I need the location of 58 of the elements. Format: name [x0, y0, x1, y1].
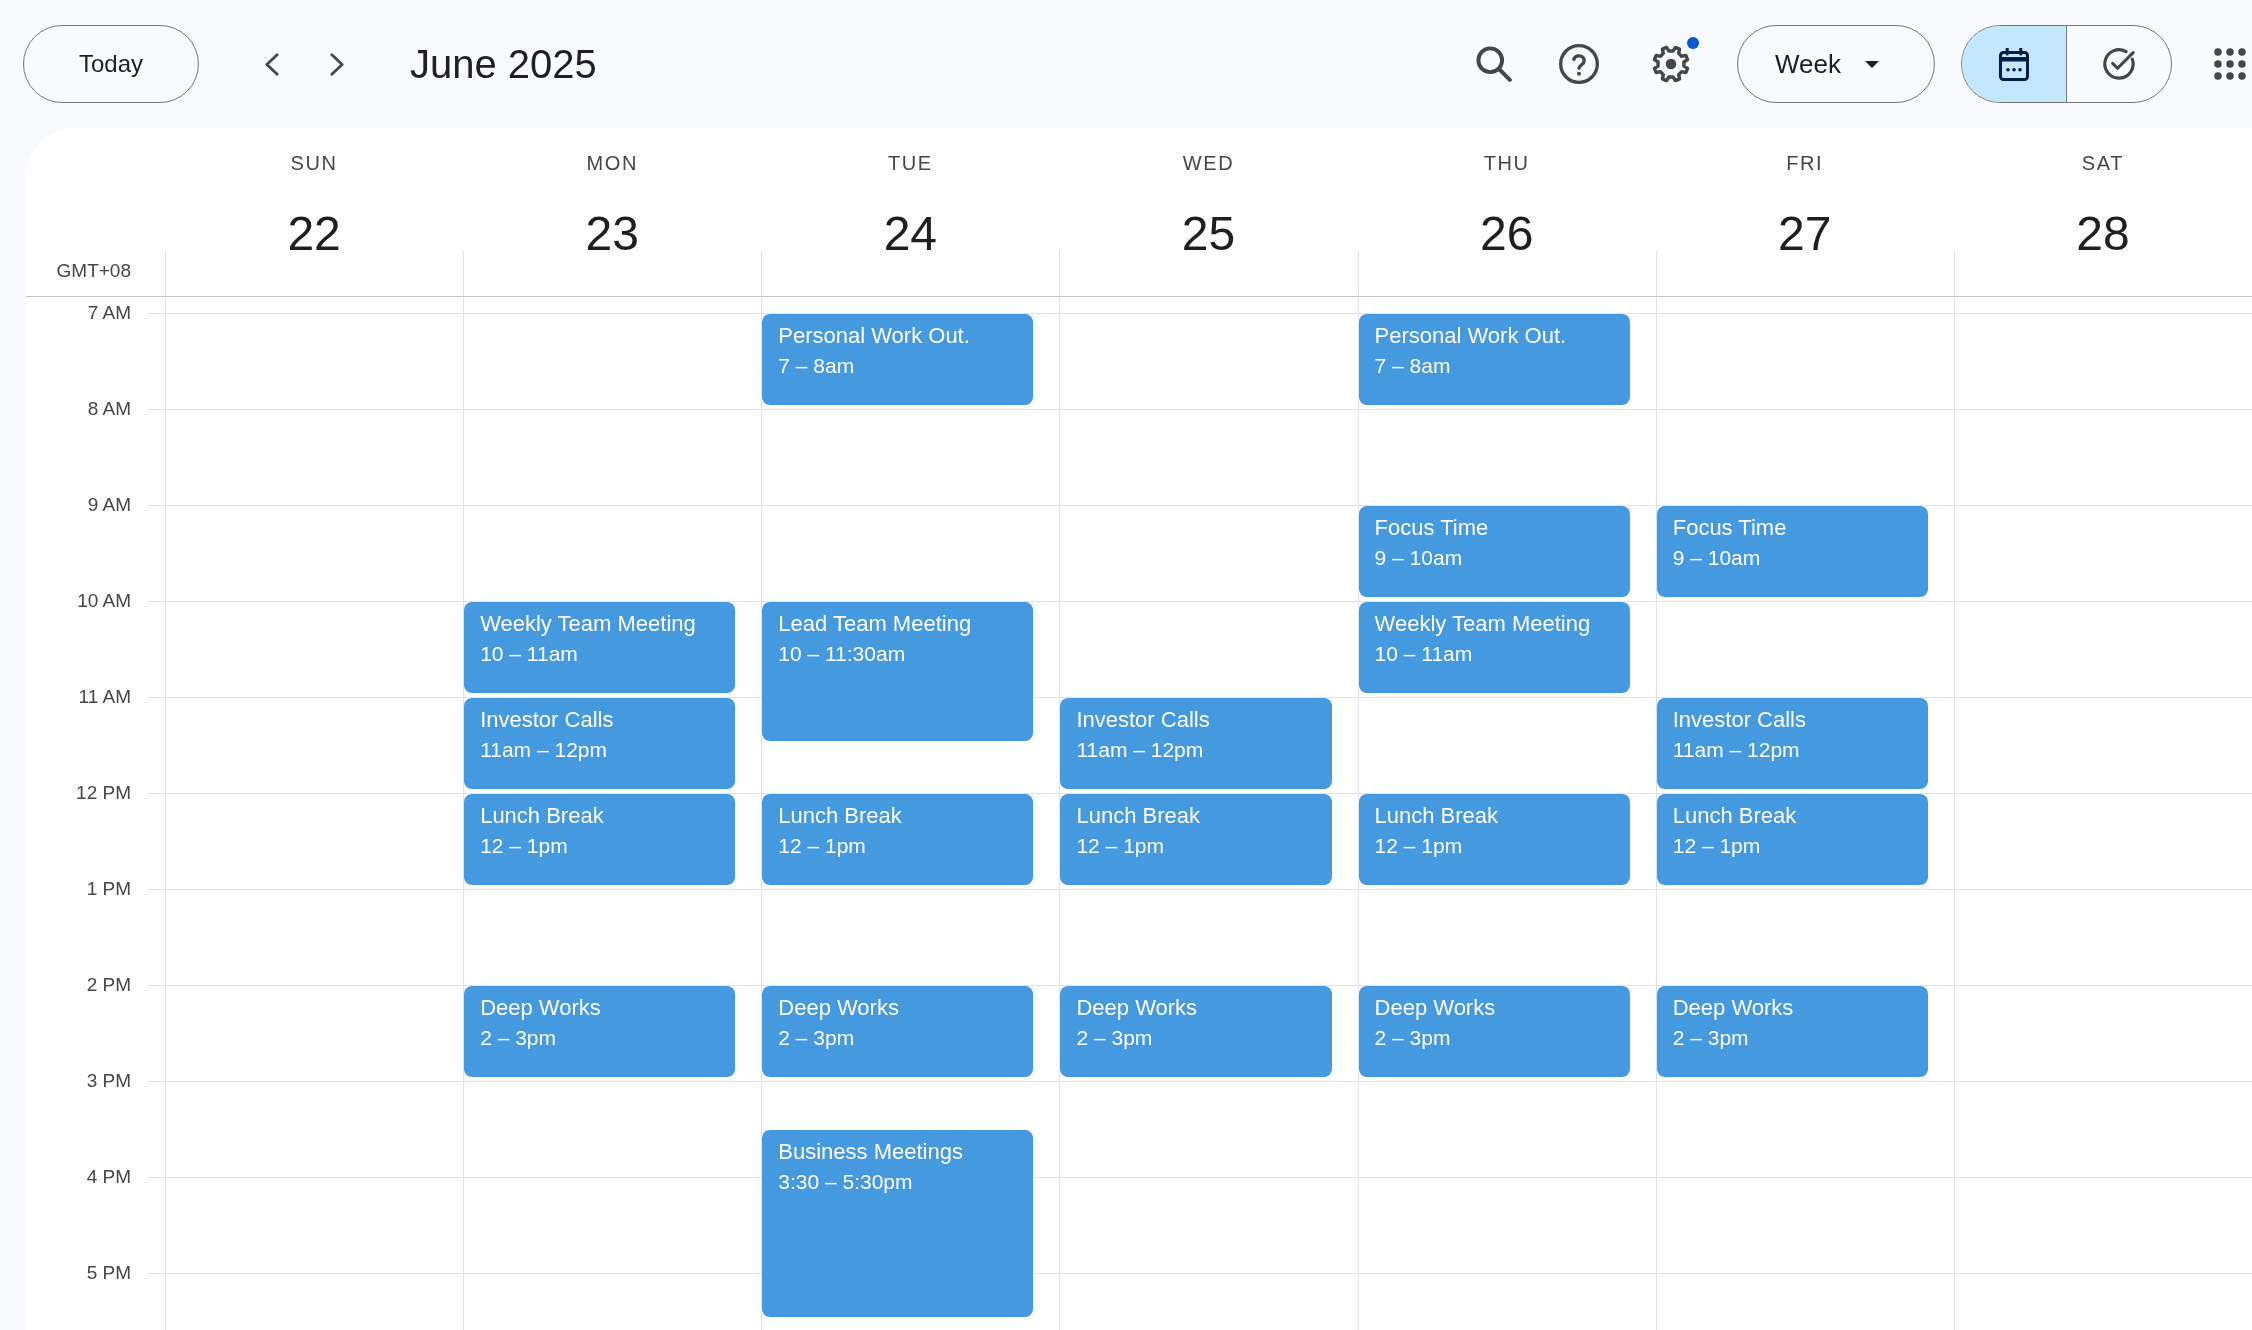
- hour-label: 11 AM: [78, 685, 131, 709]
- event-card[interactable]: Lunch Break 12 – 1pm: [464, 794, 736, 885]
- date-number[interactable]: 22: [287, 206, 341, 262]
- hour-label: 1 PM: [86, 877, 131, 901]
- check-circle-icon: [2102, 47, 2136, 81]
- settings-icon: [1652, 45, 1690, 83]
- hour-label: 8 AM: [87, 397, 131, 421]
- event-card[interactable]: Deep Works 2 – 3pm: [1656, 986, 1928, 1077]
- event-card[interactable]: Investor Calls 11am – 12pm: [1060, 698, 1332, 789]
- event-card[interactable]: Focus Time 9 – 10am: [1358, 506, 1630, 597]
- event-card[interactable]: Deep Works 2 – 3pm: [464, 986, 736, 1077]
- event-card[interactable]: Deep Works 2 – 3pm: [762, 986, 1034, 1077]
- event-card[interactable]: Weekly Team Meeting 10 – 11am: [1358, 602, 1630, 693]
- event-card[interactable]: Personal Work Out. 7 – 8am: [1358, 314, 1630, 405]
- event-card[interactable]: Personal Work Out. 7 – 8am: [762, 314, 1034, 405]
- weekday-label: SUN: [290, 151, 338, 176]
- event-card[interactable]: Business Meetings 3:30 – 5:30pm: [762, 1130, 1034, 1317]
- event-card[interactable]: Deep Works 2 – 3pm: [1358, 986, 1630, 1077]
- weekday-label: FRI: [1786, 151, 1824, 176]
- hour-label: 2 PM: [86, 973, 131, 997]
- hour-label: 7 AM: [87, 301, 131, 325]
- event-card[interactable]: Weekly Team Meeting 10 – 11am: [464, 602, 736, 693]
- event-card[interactable]: Deep Works 2 – 3pm: [1060, 986, 1332, 1077]
- date-number[interactable]: 26: [1479, 206, 1534, 262]
- event-card[interactable]: Lunch Break 12 – 1pm: [1656, 794, 1928, 885]
- chevron-right-icon: [330, 52, 344, 76]
- hour-label: 12 PM: [76, 781, 131, 805]
- date-number[interactable]: 23: [585, 206, 639, 262]
- search-icon: [1476, 46, 1512, 82]
- chevron-left-icon: [265, 52, 279, 76]
- weekday-label: THU: [1483, 151, 1530, 176]
- event-card[interactable]: Lunch Break 12 – 1pm: [1060, 794, 1332, 885]
- weekday-label: WED: [1182, 151, 1235, 176]
- month-title: June 2025: [410, 41, 597, 88]
- weekday-label: SAT: [2081, 151, 2124, 176]
- weekday-label: TUE: [887, 151, 933, 176]
- date-number[interactable]: 28: [2076, 206, 2130, 262]
- calendar-icon: [1999, 47, 2029, 81]
- event-card[interactable]: Investor Calls 11am – 12pm: [464, 698, 736, 789]
- date-number[interactable]: 24: [883, 206, 938, 262]
- timezone-label: GMT+08: [56, 259, 131, 283]
- hour-label: 10 AM: [77, 589, 131, 613]
- date-number[interactable]: 25: [1181, 206, 1236, 262]
- caret-icon: [1865, 60, 1879, 68]
- help-icon: [1559, 44, 1599, 84]
- event-card[interactable]: Lunch Break 12 – 1pm: [762, 794, 1034, 885]
- hour-label: 4 PM: [86, 1165, 131, 1189]
- calendar-view-button[interactable]: [1962, 26, 2066, 102]
- dots-grid-icon: [2214, 48, 2246, 80]
- weekday-label: MON: [586, 151, 638, 176]
- hour-label: 5 PM: [86, 1261, 131, 1285]
- event-card[interactable]: Lead Team Meeting 10 – 11:30am: [762, 602, 1034, 741]
- date-number[interactable]: 27: [1778, 206, 1832, 262]
- event-card[interactable]: Lunch Break 12 – 1pm: [1358, 794, 1630, 885]
- event-card[interactable]: Investor Calls 11am – 12pm: [1656, 698, 1928, 789]
- hour-label: 3 PM: [86, 1069, 131, 1093]
- event-card[interactable]: Focus Time 9 – 10am: [1656, 506, 1928, 597]
- hour-label: 9 AM: [87, 493, 131, 517]
